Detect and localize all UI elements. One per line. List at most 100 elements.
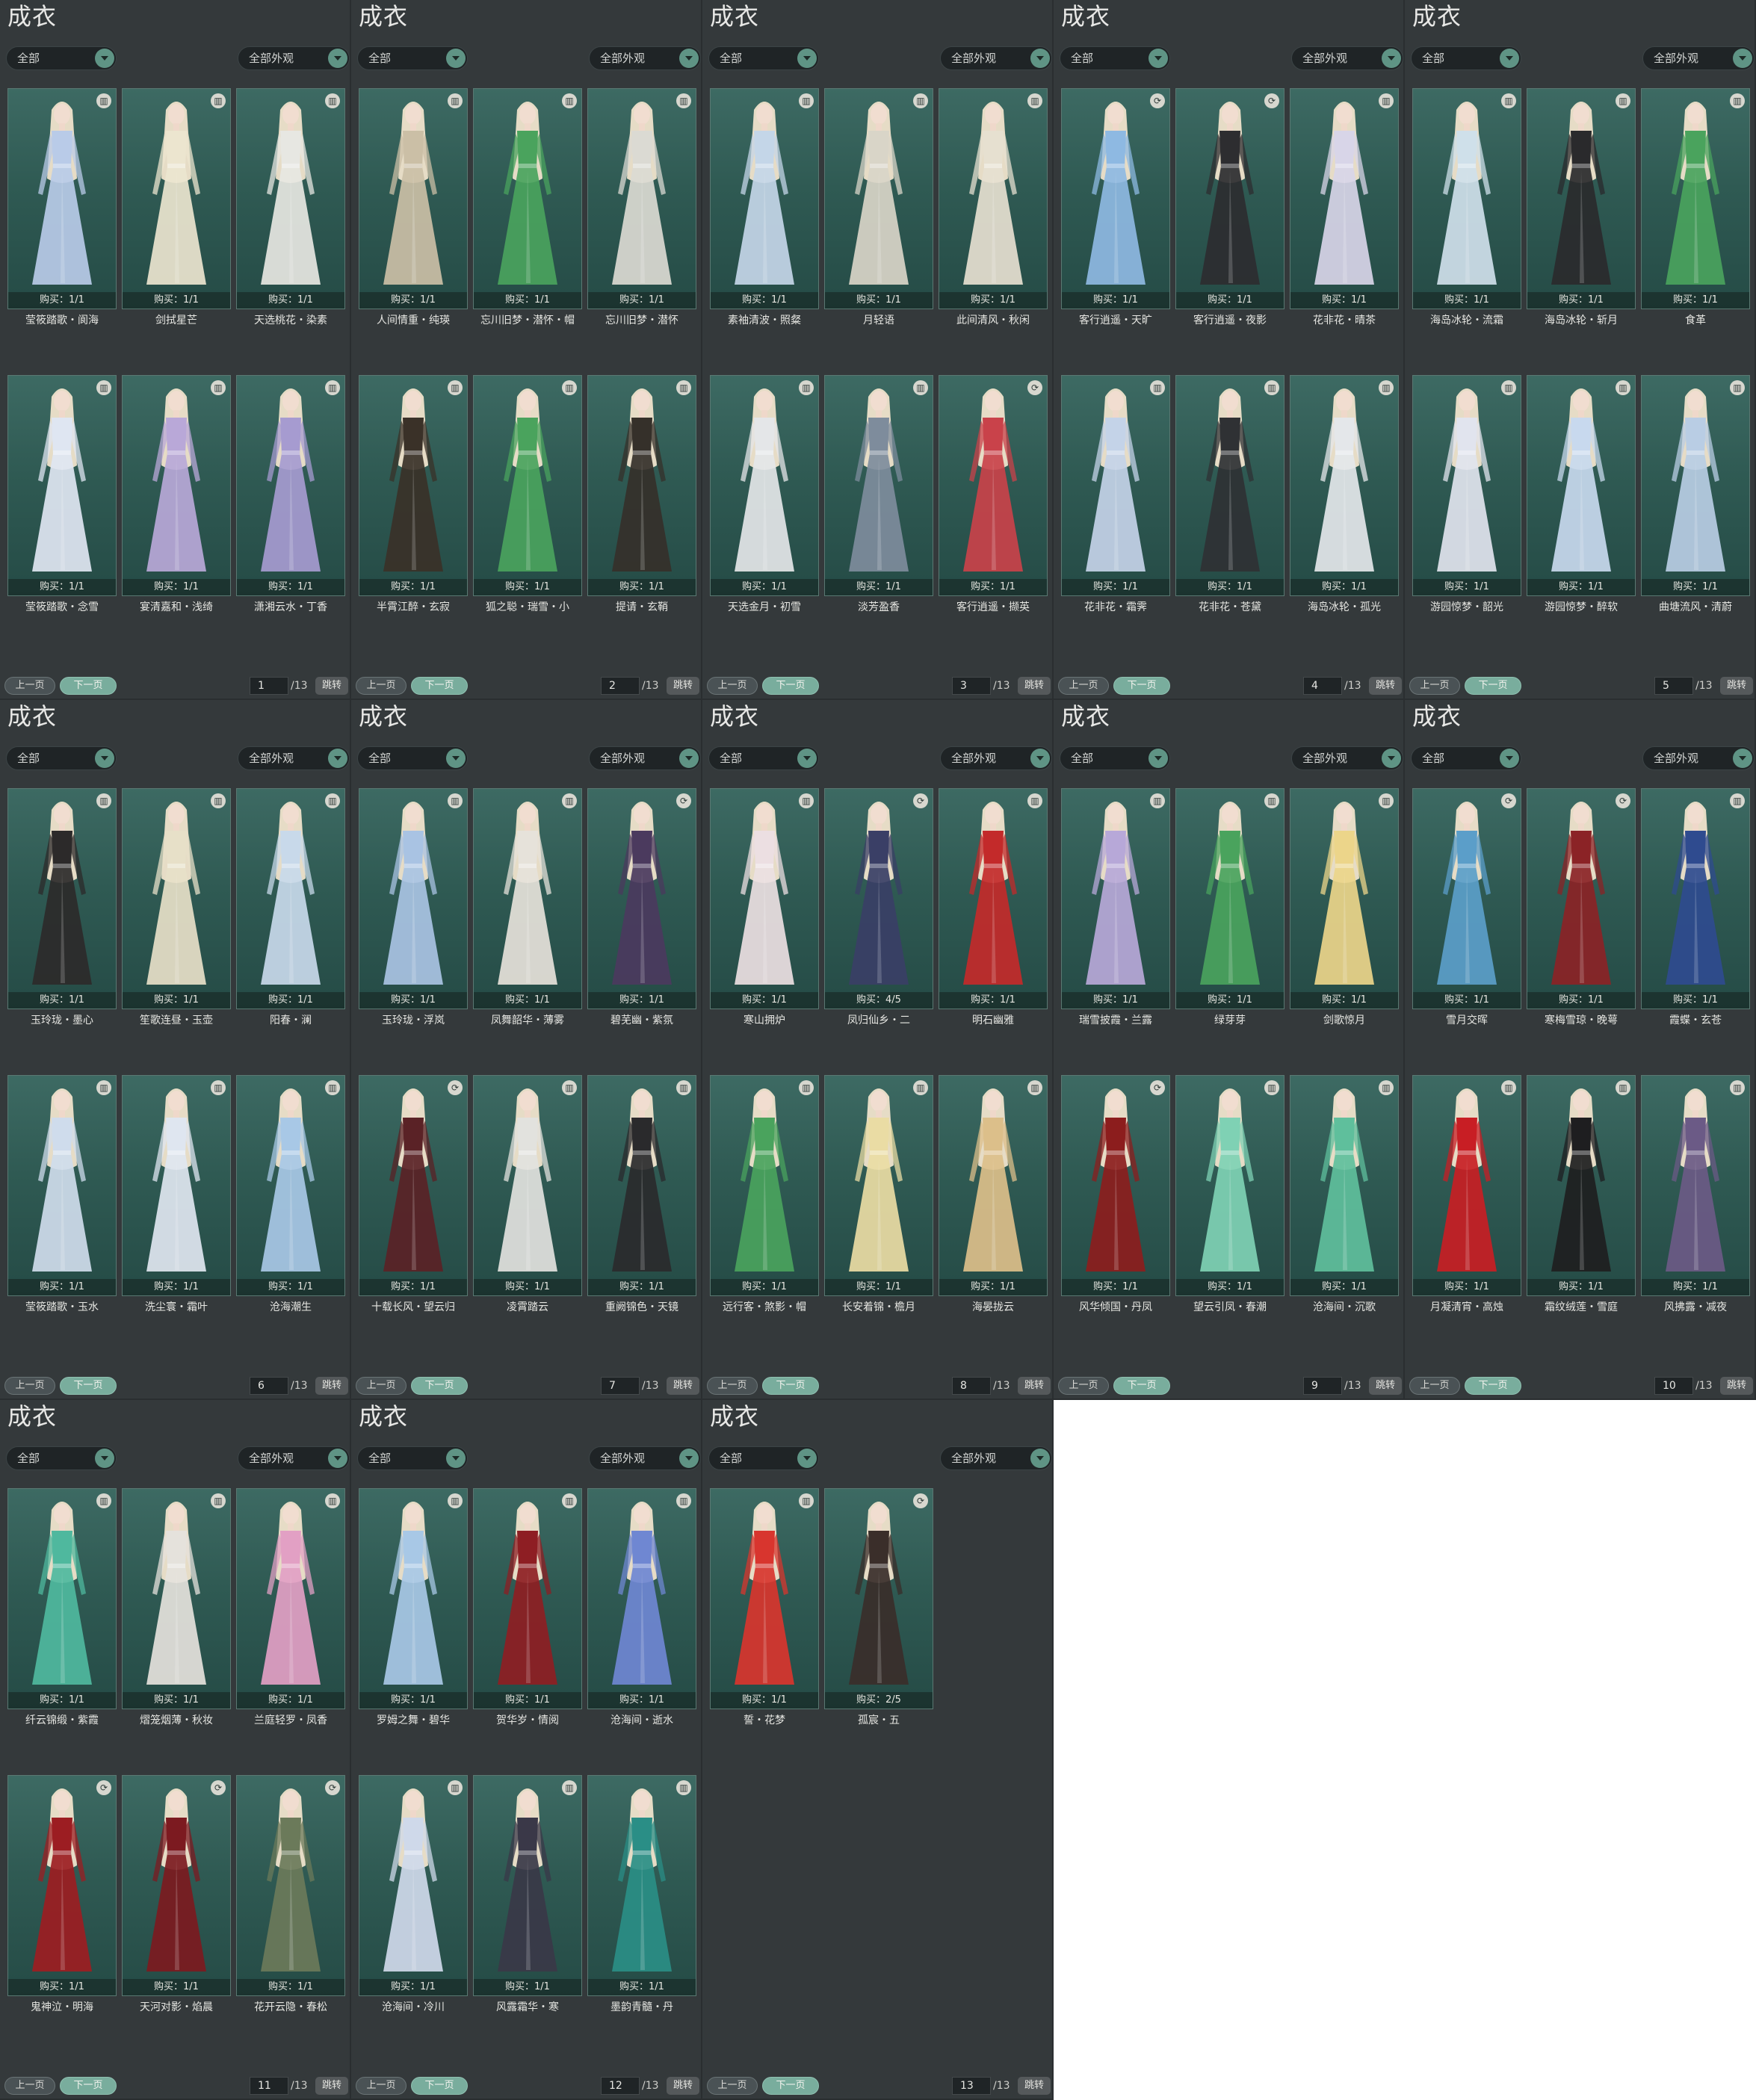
outfit-card[interactable]: ▥ 购买：1/1 — [1527, 375, 1636, 596]
jump-button[interactable]: 跳转 — [1720, 677, 1753, 695]
appearance-filter-caret[interactable] — [1733, 49, 1752, 68]
refresh-icon[interactable]: ⟳ — [1150, 1080, 1165, 1095]
outfit-card[interactable]: ▥ 购买：1/1 — [122, 375, 231, 596]
category-filter-caret[interactable] — [797, 1449, 817, 1468]
prev-page-button[interactable]: 上一页 — [1058, 1377, 1109, 1395]
next-page-button[interactable]: 下一页 — [411, 677, 468, 695]
jump-button[interactable]: 跳转 — [1018, 1377, 1051, 1395]
category-filter-dropdown[interactable]: 全部 — [357, 746, 468, 770]
page-number-input[interactable]: 10 — [1654, 1377, 1693, 1395]
bin-icon[interactable]: ▥ — [325, 1493, 340, 1508]
bin-icon[interactable]: ▥ — [1730, 93, 1745, 108]
prev-page-button[interactable]: 上一页 — [356, 2077, 406, 2095]
appearance-filter-dropdown[interactable]: 全部外观 — [1642, 746, 1755, 770]
appearance-filter-caret[interactable] — [679, 749, 699, 768]
outfit-card[interactable]: ⟳ 购买：1/1 — [1527, 788, 1636, 1009]
bin-icon[interactable]: ▥ — [211, 93, 226, 108]
outfit-card[interactable]: ▥ 购买：1/1 — [473, 375, 582, 596]
refresh-icon[interactable]: ⟳ — [913, 1493, 928, 1508]
category-filter-caret[interactable] — [1500, 749, 1519, 768]
page-number-input[interactable]: 5 — [1654, 677, 1693, 695]
outfit-card[interactable]: ▥ 购买：1/1 — [1061, 375, 1170, 596]
outfit-card[interactable]: ▥ 购买：1/1 — [710, 1075, 819, 1296]
outfit-card[interactable]: ▥ 购买：1/1 — [587, 1075, 696, 1296]
bin-icon[interactable]: ▥ — [448, 793, 463, 808]
prev-page-button[interactable]: 上一页 — [707, 677, 758, 695]
outfit-card[interactable]: ▥ 购买：1/1 — [1412, 88, 1521, 309]
appearance-filter-dropdown[interactable]: 全部外观 — [238, 1446, 350, 1470]
category-filter-caret[interactable] — [95, 749, 114, 768]
page-number-input[interactable]: 4 — [1303, 677, 1342, 695]
category-filter-dropdown[interactable]: 全部 — [6, 746, 117, 770]
appearance-filter-caret[interactable] — [1030, 1449, 1050, 1468]
appearance-filter-caret[interactable] — [1733, 749, 1752, 768]
appearance-filter-caret[interactable] — [328, 49, 347, 68]
bin-icon[interactable]: ▥ — [799, 793, 814, 808]
outfit-card[interactable]: ⟳ 购买：4/5 — [824, 788, 933, 1009]
category-filter-dropdown[interactable]: 全部 — [1411, 746, 1521, 770]
page-number-input[interactable]: 1 — [250, 677, 288, 695]
jump-button[interactable]: 跳转 — [1018, 677, 1051, 695]
bin-icon[interactable]: ▥ — [562, 380, 577, 395]
outfit-card[interactable]: ▥ 购买：1/1 — [1290, 1075, 1399, 1296]
appearance-filter-dropdown[interactable]: 全部外观 — [940, 1446, 1052, 1470]
jump-button[interactable]: 跳转 — [1369, 677, 1402, 695]
outfit-card[interactable]: ▥ 购买：1/1 — [122, 88, 231, 309]
outfit-card[interactable]: ▥ 购买：1/1 — [236, 788, 345, 1009]
appearance-filter-caret[interactable] — [1030, 49, 1050, 68]
outfit-card[interactable]: ⟳ 购买：1/1 — [939, 375, 1048, 596]
category-filter-caret[interactable] — [797, 749, 817, 768]
prev-page-button[interactable]: 上一页 — [356, 677, 406, 695]
jump-button[interactable]: 跳转 — [667, 677, 699, 695]
appearance-filter-dropdown[interactable]: 全部外观 — [238, 746, 350, 770]
bin-icon[interactable]: ▥ — [96, 793, 111, 808]
outfit-card[interactable]: ▥ 购买：1/1 — [1412, 375, 1521, 596]
bin-icon[interactable]: ▥ — [1379, 380, 1394, 395]
bin-icon[interactable]: ▥ — [96, 380, 111, 395]
bin-icon[interactable]: ▥ — [448, 380, 463, 395]
next-page-button[interactable]: 下一页 — [1465, 1377, 1521, 1395]
appearance-filter-caret[interactable] — [1030, 749, 1050, 768]
category-filter-caret[interactable] — [95, 1449, 114, 1468]
outfit-card[interactable]: ▥ 购买：1/1 — [824, 1075, 933, 1296]
appearance-filter-dropdown[interactable]: 全部外观 — [589, 1446, 701, 1470]
appearance-filter-dropdown[interactable]: 全部外观 — [589, 746, 701, 770]
outfit-card[interactable]: ▥ 购买：1/1 — [1175, 788, 1284, 1009]
category-filter-caret[interactable] — [446, 749, 466, 768]
outfit-card[interactable]: ⟳ 购买：1/1 — [236, 1775, 345, 1996]
outfit-card[interactable]: ▥ 购买：1/1 — [710, 375, 819, 596]
category-filter-caret[interactable] — [446, 49, 466, 68]
appearance-filter-caret[interactable] — [679, 49, 699, 68]
outfit-card[interactable]: ▥ 购买：1/1 — [824, 88, 933, 309]
outfit-card[interactable]: ▥ 购买：1/1 — [587, 1488, 696, 1709]
category-filter-dropdown[interactable]: 全部 — [357, 1446, 468, 1470]
outfit-card[interactable]: ▥ 购买：1/1 — [236, 1488, 345, 1709]
bin-icon[interactable]: ▥ — [448, 93, 463, 108]
outfit-card[interactable]: ▥ 购买：1/1 — [7, 788, 117, 1009]
appearance-filter-dropdown[interactable]: 全部外观 — [1642, 46, 1755, 70]
refresh-icon[interactable]: ⟳ — [325, 1780, 340, 1795]
refresh-icon[interactable]: ⟳ — [1501, 793, 1516, 808]
outfit-card[interactable]: ⟳ 购买：1/1 — [1061, 1075, 1170, 1296]
category-filter-caret[interactable] — [1148, 749, 1168, 768]
bin-icon[interactable]: ▥ — [1501, 1080, 1516, 1095]
category-filter-dropdown[interactable]: 全部 — [1411, 46, 1521, 70]
outfit-card[interactable]: ▥ 购买：1/1 — [236, 1075, 345, 1296]
bin-icon[interactable]: ▥ — [1730, 793, 1745, 808]
bin-icon[interactable]: ▥ — [1730, 1080, 1745, 1095]
bin-icon[interactable]: ▥ — [676, 1080, 691, 1095]
jump-button[interactable]: 跳转 — [667, 2077, 699, 2095]
refresh-icon[interactable]: ⟳ — [1150, 93, 1165, 108]
appearance-filter-caret[interactable] — [328, 1449, 347, 1468]
bin-icon[interactable]: ▥ — [913, 1080, 928, 1095]
bin-icon[interactable]: ▥ — [1264, 380, 1279, 395]
outfit-card[interactable]: ▥ 购买：1/1 — [1641, 788, 1750, 1009]
outfit-card[interactable]: ▥ 购买：1/1 — [1641, 88, 1750, 309]
outfit-card[interactable]: ▥ 购买：1/1 — [7, 88, 117, 309]
outfit-card[interactable]: ▥ 购买：1/1 — [359, 1488, 468, 1709]
outfit-card[interactable]: ▥ 购买：1/1 — [939, 88, 1048, 309]
bin-icon[interactable]: ▥ — [1616, 380, 1630, 395]
outfit-card[interactable]: ▥ 购买：1/1 — [359, 375, 468, 596]
page-number-input[interactable]: 9 — [1303, 1377, 1342, 1395]
outfit-card[interactable]: ⟳ 购买：1/1 — [1061, 88, 1170, 309]
